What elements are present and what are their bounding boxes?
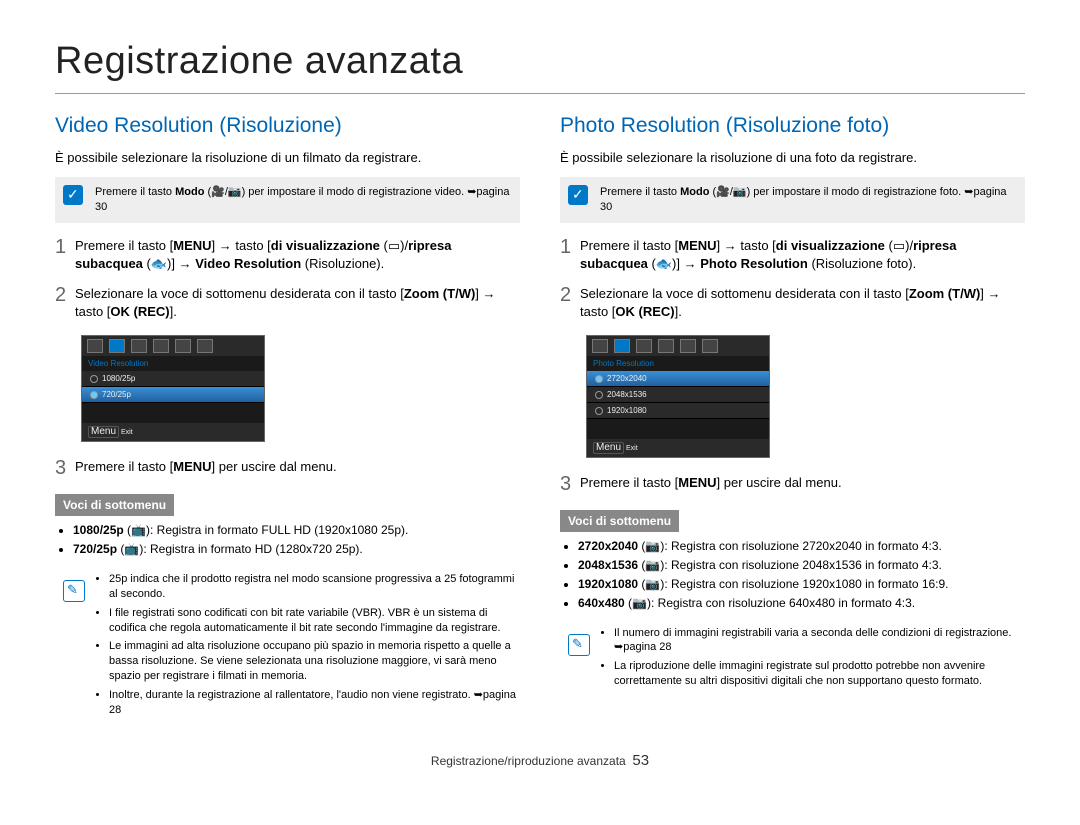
photo-menu-screenshot: Photo Resolution 2720x2040 2048x1536 192… (586, 335, 770, 458)
toolbar-icon (197, 339, 213, 353)
photo-mode-note: Premere il tasto Modo (🎥/📷) per impostar… (560, 177, 1025, 223)
screenshot-toolbar (587, 336, 769, 356)
screenshot-item: 1080/25p (82, 371, 264, 387)
toolbar-icon (636, 339, 652, 353)
toolbar-icon (175, 339, 191, 353)
step-text: Selezionare la voce di sottomenu desider… (75, 285, 520, 321)
two-column-layout: Video Resolution (Risoluzione) È possibi… (55, 114, 1025, 722)
info-item: I file registrati sono codificati con bi… (109, 606, 520, 636)
step-text: Premere il tasto [MENU] → tasto [di visu… (75, 237, 520, 273)
step-text: Premere il tasto [MENU] → tasto [di visu… (580, 237, 1025, 273)
submenu-item: 2048x1536 (📷): Registra con risoluzione … (578, 557, 1025, 574)
photo-lead-text: È possibile selezionare la risoluzione d… (560, 150, 1025, 165)
info-icon (63, 580, 85, 602)
footer-text: Registrazione/riproduzione avanzata (431, 754, 626, 768)
toolbar-icon (87, 339, 103, 353)
info-icon (568, 634, 590, 656)
screenshot-item-selected: 720/25p (82, 387, 264, 403)
info-item: Le immagini ad alta risoluzione occupano… (109, 639, 520, 684)
screenshot-item: 1920x1080 (587, 403, 769, 419)
step-number: 3 (55, 458, 75, 478)
page-footer: Registrazione/riproduzione avanzata 53 (55, 752, 1025, 769)
step-number: 3 (560, 474, 580, 494)
toolbar-icon-active (109, 339, 125, 353)
photo-step-1: 1 Premere il tasto [MENU] → tasto [di vi… (560, 237, 1025, 273)
toolbar-icon (680, 339, 696, 353)
right-column: Photo Resolution (Risoluzione foto) È po… (560, 114, 1025, 722)
photo-steps: 1 Premere il tasto [MENU] → tasto [di vi… (560, 237, 1025, 322)
toolbar-icon-active (614, 339, 630, 353)
photo-submenu-list: 2720x2040 (📷): Registra con risoluzione … (560, 538, 1025, 611)
step-text: Premere il tasto [MENU] per uscire dal m… (580, 474, 1025, 494)
photo-step-2: 2 Selezionare la voce di sottomenu desid… (560, 285, 1025, 321)
submenu-item: 1080/25p (📺): Registra in formato FULL H… (73, 522, 520, 539)
note-bold: Modo (175, 186, 204, 198)
toolbar-icon (658, 339, 674, 353)
video-step-3: 3 Premere il tasto [MENU] per uscire dal… (55, 458, 520, 478)
step-number: 1 (55, 237, 75, 273)
submenu-heading: Voci di sottomenu (560, 510, 679, 532)
screenshot-item-selected: 2720x2040 (587, 371, 769, 387)
video-mode-note: Premere il tasto Modo (🎥/📷) per impostar… (55, 177, 520, 223)
toolbar-icon (131, 339, 147, 353)
title-divider (55, 93, 1025, 94)
screenshot-items: 2720x2040 2048x1536 1920x1080 (587, 371, 769, 439)
submenu-heading: Voci di sottomenu (55, 494, 174, 516)
screenshot-menu-title: Video Resolution (82, 356, 264, 371)
video-step-1: 1 Premere il tasto [MENU] → tasto [di vi… (55, 237, 520, 273)
step-text: Selezionare la voce di sottomenu desider… (580, 285, 1025, 321)
video-submenu-list: 1080/25p (📺): Registra in formato FULL H… (55, 522, 520, 558)
note-text-before: Premere il tasto (600, 186, 680, 198)
screenshot-footer: Menu Exit (587, 439, 769, 457)
screenshot-items: 1080/25p 720/25p (82, 371, 264, 423)
video-steps: 1 Premere il tasto [MENU] → tasto [di vi… (55, 237, 520, 322)
info-item: La riproduzione delle immagini registrat… (614, 659, 1025, 689)
page-title: Registrazione avanzata (55, 40, 1025, 83)
photo-info-block: Il numero di immagini registrabili varia… (560, 626, 1025, 689)
note-text-before: Premere il tasto (95, 186, 175, 198)
info-item: Il numero di immagini registrabili varia… (614, 626, 1025, 656)
submenu-item: 2720x2040 (📷): Registra con risoluzione … (578, 538, 1025, 555)
check-icon (568, 185, 588, 205)
step-number: 2 (560, 285, 580, 321)
left-column: Video Resolution (Risoluzione) È possibi… (55, 114, 520, 722)
note-bold: Modo (680, 186, 709, 198)
step-text: Premere il tasto [MENU] per uscire dal m… (75, 458, 520, 478)
info-item: 25p indica che il prodotto registra nel … (109, 572, 520, 602)
submenu-item: 1920x1080 (📷): Registra con risoluzione … (578, 576, 1025, 593)
screenshot-footer: Menu Exit (82, 423, 264, 441)
screenshot-item: 2048x1536 (587, 387, 769, 403)
check-icon (63, 185, 83, 205)
step-number: 1 (560, 237, 580, 273)
toolbar-icon (702, 339, 718, 353)
video-step-2: 2 Selezionare la voce di sottomenu desid… (55, 285, 520, 321)
submenu-item: 640x480 (📷): Registra con risoluzione 64… (578, 595, 1025, 612)
photo-resolution-heading: Photo Resolution (Risoluzione foto) (560, 114, 1025, 138)
video-resolution-heading: Video Resolution (Risoluzione) (55, 114, 520, 138)
step-number: 2 (55, 285, 75, 321)
video-menu-screenshot: Video Resolution 1080/25p 720/25p Menu E… (81, 335, 265, 442)
video-info-block: 25p indica che il prodotto registra nel … (55, 572, 520, 718)
toolbar-icon (153, 339, 169, 353)
submenu-item: 720/25p (📺): Registra in formato HD (128… (73, 541, 520, 558)
info-item: Inoltre, durante la registrazione al ral… (109, 688, 520, 718)
toolbar-icon (592, 339, 608, 353)
screenshot-toolbar (82, 336, 264, 356)
screenshot-menu-title: Photo Resolution (587, 356, 769, 371)
photo-step-3: 3 Premere il tasto [MENU] per uscire dal… (560, 474, 1025, 494)
page-number: 53 (632, 752, 649, 769)
video-lead-text: È possibile selezionare la risoluzione d… (55, 150, 520, 165)
